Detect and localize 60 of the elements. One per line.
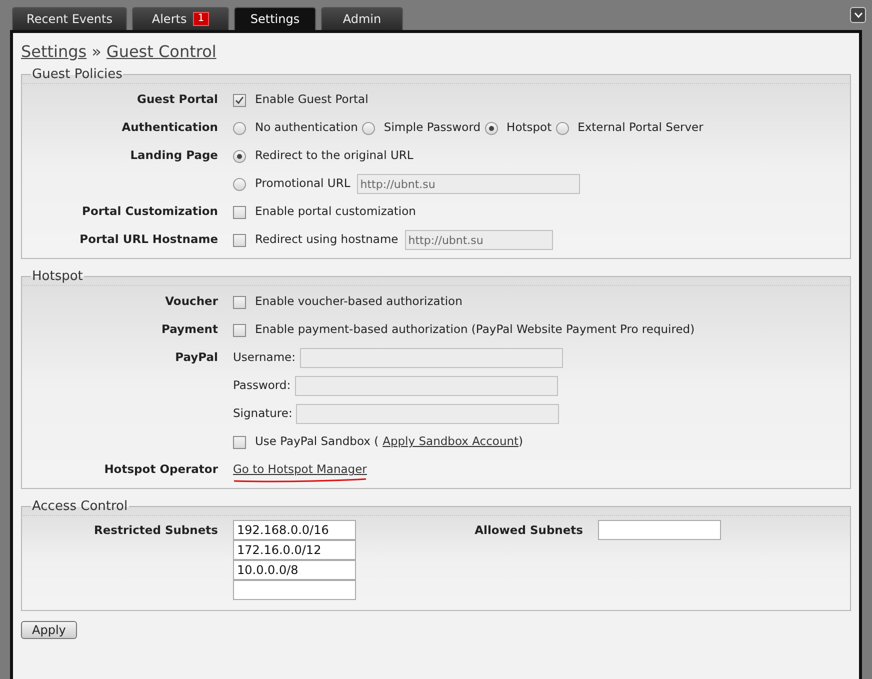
checkbox-label: Enable voucher-based authorization: [255, 293, 462, 310]
row-label: Allowed Subnets: [474, 523, 583, 537]
row-label: Hotspot Operator: [104, 462, 218, 476]
field-label: Password:: [233, 377, 291, 394]
alert-badge: 1: [192, 12, 210, 26]
row-label: Authentication: [122, 120, 218, 134]
link[interactable]: Go to Hotspot Manager: [233, 462, 367, 476]
checkbox[interactable]: [233, 94, 246, 106]
section-title: Hotspot: [31, 269, 84, 284]
section-title: Guest Policies: [31, 67, 124, 82]
row-label: Payment: [162, 322, 218, 336]
radio-button[interactable]: [233, 150, 246, 162]
row-label: Portal Customization: [82, 204, 218, 218]
subnet-field[interactable]: 10.0.0.0/8: [233, 560, 356, 580]
checkbox[interactable]: [233, 436, 246, 448]
radio-button[interactable]: [233, 178, 246, 190]
tab[interactable]: Alerts 1: [132, 7, 229, 30]
section-title: Access Control: [31, 499, 129, 514]
checkbox[interactable]: [233, 324, 246, 336]
radio-label: Hotspot: [506, 119, 552, 136]
tab[interactable]: Recent Events: [12, 7, 127, 30]
row-label: Voucher: [165, 294, 218, 308]
checkbox[interactable]: [233, 234, 246, 246]
subnet-field[interactable]: 172.16.0.0/12: [233, 540, 356, 560]
row-label: PayPal: [175, 350, 218, 364]
breadcrumb-separator: »: [92, 41, 102, 63]
field-label: ): [518, 433, 524, 450]
row-label: Portal URL Hostname: [80, 232, 218, 246]
radio-button[interactable]: [362, 122, 375, 134]
radio-label: No authentication: [255, 119, 358, 136]
breadcrumb-link[interactable]: Guest Control: [106, 41, 216, 63]
collapse-button[interactable]: [850, 7, 866, 23]
radio-button[interactable]: [556, 122, 569, 134]
radio-label: Simple Password: [384, 119, 481, 136]
checkbox[interactable]: [233, 296, 246, 308]
apply-button[interactable]: Apply: [21, 621, 77, 639]
subnet-field[interactable]: [233, 580, 356, 600]
checkbox-label: Enable portal customization: [255, 203, 416, 220]
radio-label: External Portal Server: [578, 119, 704, 136]
radio-label: Redirect to the original URL: [255, 147, 414, 164]
subnet-field[interactable]: 192.168.0.0/16: [233, 520, 356, 540]
radio-button[interactable]: [484, 122, 498, 134]
radio-label: Promotional URL: [255, 175, 350, 192]
chevron-down-icon: [854, 12, 862, 18]
checkbox-label: Use PayPal Sandbox (: [255, 433, 379, 450]
field-label: Username:: [233, 349, 296, 366]
checkbox-label: Redirect using hostname: [255, 231, 398, 248]
field-label: Signature:: [233, 405, 292, 422]
tab[interactable]: Admin: [321, 7, 403, 30]
tab[interactable]: Settings: [234, 7, 316, 30]
subnet-field[interactable]: [598, 520, 721, 540]
breadcrumb-link[interactable]: Settings: [21, 41, 87, 63]
radio-button[interactable]: [233, 122, 246, 134]
checkbox-label: Enable Guest Portal: [255, 91, 368, 108]
row-label: Guest Portal: [137, 92, 218, 106]
row-label: Landing Page: [130, 148, 218, 162]
row-label: Restricted Subnets: [94, 523, 218, 537]
checkbox[interactable]: [233, 206, 246, 218]
link[interactable]: Apply Sandbox Account: [382, 434, 519, 448]
checkbox-label: Enable payment-based authorization (PayPal Website Payment Pro required): [255, 321, 695, 338]
